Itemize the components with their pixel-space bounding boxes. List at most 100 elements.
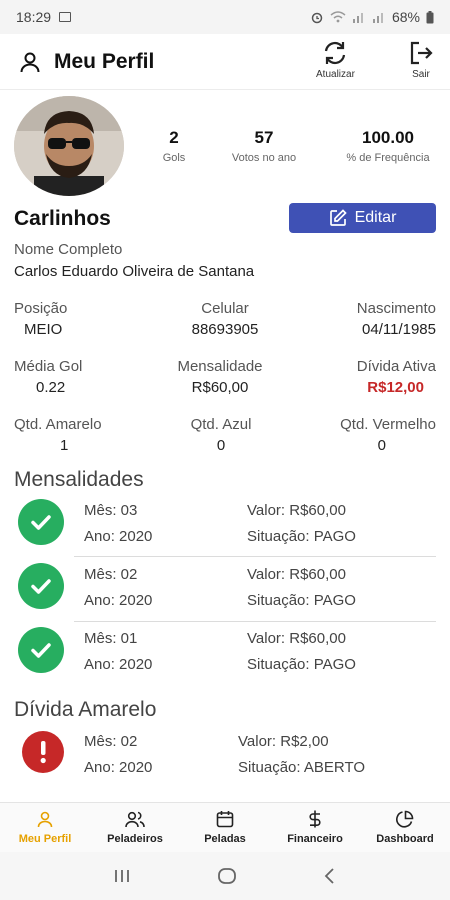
amarelo-label: Qtd. Amarelo — [14, 416, 102, 433]
celular-value: 88693905 — [191, 321, 259, 338]
full-name-value: Carlos Eduardo Oliveira de Santana — [14, 263, 255, 280]
full-name-label: Nome Completo — [14, 241, 123, 258]
mensalidades-title: Mensalidades — [14, 468, 144, 491]
info-azul: Qtd. Azul 0 — [146, 416, 296, 454]
home-icon[interactable] — [217, 867, 237, 885]
stat-votes-label: Votos no ano — [231, 152, 297, 164]
refresh-icon — [325, 41, 346, 65]
payment-status: Situação: PAGO — [247, 656, 356, 673]
payment-value: Valor: R$60,00 — [247, 566, 346, 583]
battery-level: 68% — [391, 9, 420, 25]
bottom-nav: Meu Perfil Peladeiros Peladas Financeiro… — [0, 802, 450, 852]
system-nav-bar — [0, 852, 450, 900]
mensalidade-label: Mensalidade — [177, 358, 263, 375]
posicao-value: MEIO — [24, 321, 63, 338]
status-time: 18:29 — [16, 9, 52, 25]
stat-frequency-label: % de Frequência — [346, 152, 430, 164]
payment-month: Mês: 01 — [84, 630, 138, 647]
edit-label: Editar — [354, 209, 397, 226]
check-icon — [18, 499, 64, 545]
nascimento-label: Nascimento — [356, 300, 436, 317]
user-icon — [37, 811, 53, 828]
nav-peladeiros-label: Peladeiros — [107, 833, 163, 845]
pie-chart-icon — [396, 810, 414, 828]
vermelho-label: Qtd. Vermelho — [340, 416, 436, 433]
edit-icon — [329, 209, 347, 226]
nav-peladas[interactable]: Peladas — [180, 803, 270, 852]
logout-icon — [410, 41, 433, 65]
avatar — [14, 96, 124, 196]
payment-year: Ano: 2020 — [84, 592, 153, 609]
recent-apps-icon[interactable] — [113, 868, 131, 884]
debt-month: Mês: 02 — [84, 733, 138, 750]
payment-status: Situação: PAGO — [247, 528, 356, 545]
dollar-icon — [309, 810, 321, 828]
divida-amarelo-title: Dívida Amarelo — [14, 698, 157, 721]
nav-meu-perfil-label: Meu Perfil — [18, 833, 72, 845]
check-icon — [18, 563, 64, 609]
nav-meu-perfil[interactable]: Meu Perfil — [0, 803, 90, 852]
azul-label: Qtd. Azul — [190, 416, 252, 433]
nav-dashboard-label: Dashboard — [376, 833, 434, 845]
status-bar: 18:29 68% — [0, 0, 450, 34]
exit-button[interactable]: Sair — [408, 40, 434, 80]
back-icon[interactable] — [323, 867, 337, 885]
check-icon — [18, 627, 64, 673]
info-divida-ativa: Dívida Ativa R$12,00 — [286, 358, 436, 396]
payment-row[interactable]: Mês: 03 Ano: 2020 Valor: R$60,00 Situaçã… — [14, 490, 436, 554]
payment-year: Ano: 2020 — [84, 656, 153, 673]
debt-status: Situação: ABERTO — [238, 759, 366, 776]
signal-icon-2 — [372, 13, 383, 23]
nav-financeiro-label: Financeiro — [287, 833, 343, 845]
payment-month: Mês: 02 — [84, 566, 138, 583]
alarm-icon — [311, 12, 323, 24]
exit-label: Sair — [412, 69, 430, 80]
stat-votes: 57 Votos no ano — [209, 128, 319, 164]
page-title: Meu Perfil — [54, 49, 155, 73]
info-posicao: Posição MEIO — [14, 300, 164, 338]
divida-ativa-label: Dívida Ativa — [356, 358, 436, 375]
payment-month: Mês: 03 — [84, 502, 138, 519]
app-header: Meu Perfil Atualizar Sair — [0, 34, 450, 90]
nav-peladeiros[interactable]: Peladeiros — [90, 803, 180, 852]
info-celular: Celular 88693905 — [150, 300, 300, 338]
nascimento-value: 04/11/1985 — [362, 321, 436, 338]
info-mensalidade: Mensalidade R$60,00 — [145, 358, 295, 396]
mensalidade-value: R$60,00 — [191, 379, 249, 396]
debt-year: Ano: 2020 — [84, 759, 153, 776]
info-vermelho: Qtd. Vermelho 0 — [286, 416, 436, 454]
refresh-label: Atualizar — [316, 69, 355, 80]
users-icon — [125, 811, 145, 828]
debt-value: Valor: R$2,00 — [238, 733, 329, 750]
stat-votes-value: 57 — [254, 128, 274, 147]
media-gol-label: Média Gol — [14, 358, 83, 375]
nav-dashboard[interactable]: Dashboard — [360, 803, 450, 852]
calendar-icon — [216, 811, 234, 828]
nav-financeiro[interactable]: Financeiro — [270, 803, 360, 852]
azul-value: 0 — [216, 437, 226, 454]
payment-row[interactable]: Mês: 02 Ano: 2020 Valor: R$60,00 Situaçã… — [14, 554, 436, 618]
user-icon — [20, 52, 40, 72]
refresh-button[interactable]: Atualizar — [316, 40, 355, 80]
celular-label: Celular — [201, 300, 249, 317]
info-media-gol: Média Gol 0.22 — [14, 358, 164, 396]
info-nascimento: Nascimento 04/11/1985 — [286, 300, 436, 338]
player-nickname: Carlinhos — [14, 207, 111, 230]
wifi-icon — [330, 11, 346, 23]
alert-icon — [22, 731, 64, 773]
payment-status: Situação: PAGO — [247, 592, 356, 609]
battery-icon — [426, 10, 434, 23]
divida-ativa-value: R$12,00 — [367, 379, 424, 396]
payment-value: Valor: R$60,00 — [247, 630, 346, 647]
screen-cast-icon — [59, 12, 72, 22]
payment-year: Ano: 2020 — [84, 528, 153, 545]
stat-frequency: 100.00 % de Frequência — [333, 128, 443, 164]
debt-row[interactable]: Mês: 02 Ano: 2020 Valor: R$2,00 Situação… — [14, 721, 436, 785]
info-amarelo: Qtd. Amarelo 1 — [14, 416, 164, 454]
payment-row[interactable]: Mês: 01 Ano: 2020 Valor: R$60,00 Situaçã… — [14, 618, 436, 682]
vermelho-value: 0 — [377, 437, 386, 454]
nav-peladas-label: Peladas — [204, 833, 246, 845]
edit-button[interactable]: Editar — [289, 203, 436, 233]
signal-icon — [352, 13, 363, 23]
stat-frequency-value: 100.00 — [362, 128, 414, 147]
